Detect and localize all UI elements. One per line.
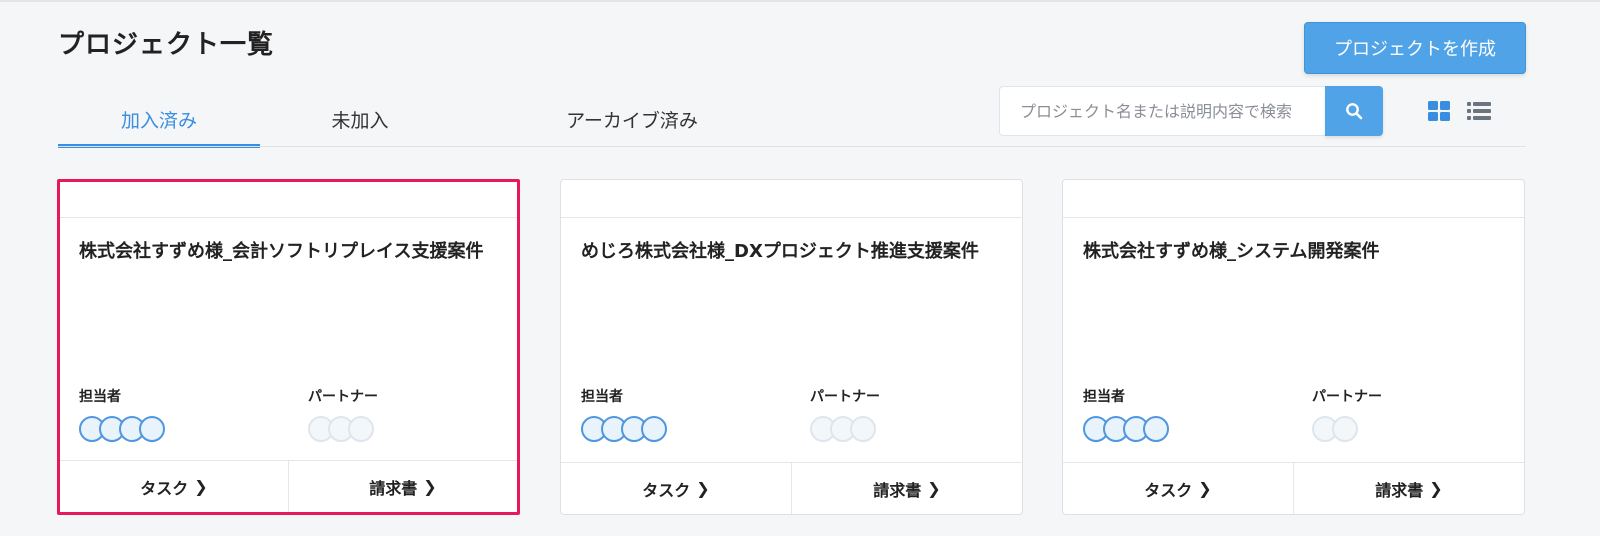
task-label: タスク [140,478,189,498]
avatar [1143,416,1169,442]
page-title: プロジェクト一覧 [58,30,275,60]
create-project-button[interactable]: プロジェクトを作成 [1304,22,1526,74]
search-icon [1346,103,1363,120]
chevron-right-icon: ❯ [927,479,941,498]
manager-label: 担当者 [79,389,121,405]
card-footer: タスク ❯ 請求書 ❯ [60,460,517,512]
invoice-label: 請求書 [1375,480,1424,500]
chevron-right-icon: ❯ [423,477,437,496]
card-footer: タスク ❯ 請求書 ❯ [1063,462,1524,514]
avatar [139,416,165,442]
task-button[interactable]: タスク ❯ [60,461,288,512]
task-button[interactable]: タスク ❯ [1063,463,1293,514]
partner-label: パートナー [308,389,378,405]
top-divider [0,0,1600,2]
search-input[interactable] [999,86,1327,136]
partner-avatars [308,416,374,442]
project-card[interactable]: 株式会社すずめ様_会計ソフトリプレイス支援案件 担当者 パートナー タスク ❯ 請… [57,179,520,515]
chevron-right-icon: ❯ [1429,479,1443,498]
search-button[interactable] [1325,86,1383,136]
partner-label: パートナー [810,389,880,405]
avatar [641,416,667,442]
manager-avatars [581,416,667,442]
tab-joined[interactable]: 加入済み [58,90,260,148]
avatar [348,416,374,442]
avatar [1332,416,1358,442]
invoice-label: 請求書 [369,478,418,498]
project-title[interactable]: めじろ株式会社様_DXプロジェクト推進支援案件 [581,236,1006,267]
grid-view-icon[interactable] [1428,101,1450,121]
invoice-label: 請求書 [873,480,922,500]
manager-label: 担当者 [1083,389,1125,405]
partner-avatars [810,416,876,442]
chevron-right-icon: ❯ [696,479,710,498]
card-header-divider [60,217,517,218]
project-title[interactable]: 株式会社すずめ様_会計ソフトリプレイス支援案件 [79,236,504,267]
manager-avatars [79,416,165,442]
project-card[interactable]: 株式会社すずめ様_システム開発案件 担当者 パートナー タスク ❯ 請求書 ❯ [1062,179,1525,515]
task-button[interactable]: タスク ❯ [561,463,791,514]
partner-avatars [1312,416,1358,442]
manager-label: 担当者 [581,389,623,405]
tab-not-joined[interactable]: 未加入 [260,90,460,148]
invoice-button[interactable]: 請求書 ❯ [288,461,517,512]
task-label: タスク [1144,480,1193,500]
avatar [850,416,876,442]
card-header-divider [561,217,1022,218]
tab-archived[interactable]: アーカイブ済み [460,90,804,148]
invoice-button[interactable]: 請求書 ❯ [1293,463,1524,514]
card-header-divider [1063,217,1524,218]
list-view-icon[interactable] [1467,101,1491,121]
chevron-right-icon: ❯ [1198,479,1212,498]
task-label: タスク [642,480,691,500]
invoice-button[interactable]: 請求書 ❯ [791,463,1022,514]
project-card[interactable]: めじろ株式会社様_DXプロジェクト推進支援案件 担当者 パートナー タスク ❯ 請… [560,179,1023,515]
project-title[interactable]: 株式会社すずめ様_システム開発案件 [1083,236,1508,267]
chevron-right-icon: ❯ [194,477,208,496]
manager-avatars [1083,416,1169,442]
tabs-divider [58,146,1526,147]
card-footer: タスク ❯ 請求書 ❯ [561,462,1022,514]
partner-label: パートナー [1312,389,1382,405]
